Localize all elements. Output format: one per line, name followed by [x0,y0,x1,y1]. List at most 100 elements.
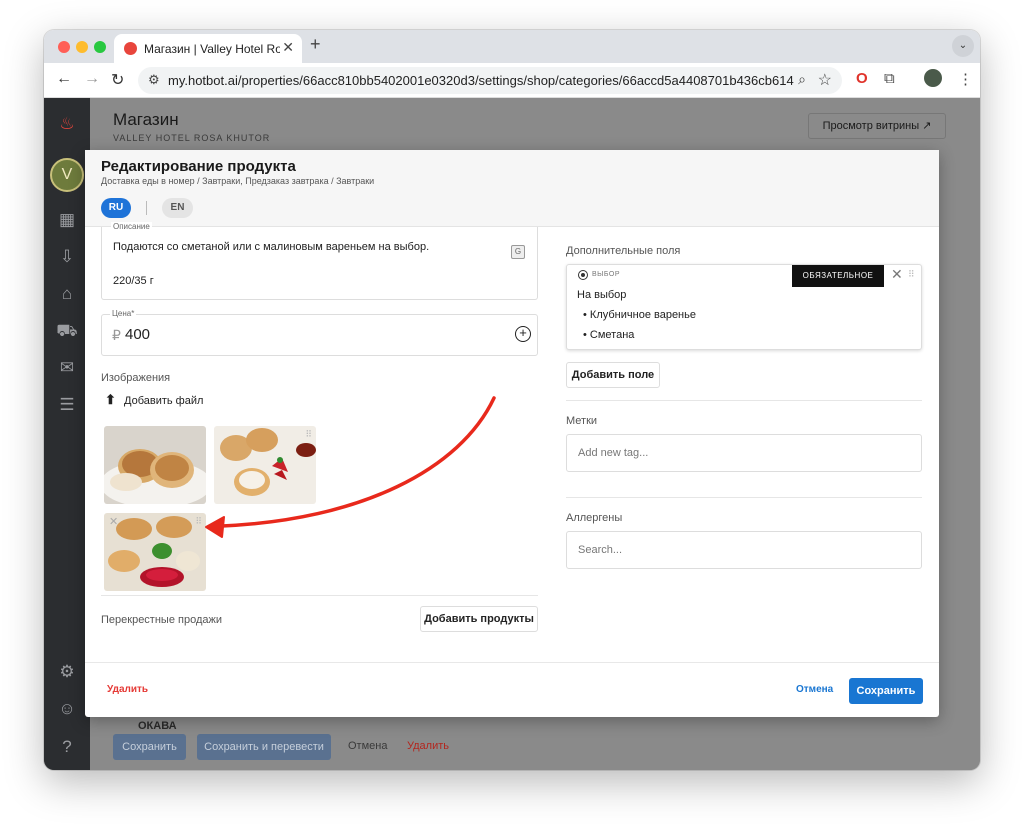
page-delete-link[interactable]: Удалить [407,740,449,752]
dialog-title: Редактирование продукта [101,158,296,175]
url-text[interactable]: my.hotbot.ai/properties/66acc810bb540200… [168,73,794,88]
help-question-icon[interactable]: ? [55,735,79,759]
add-products-button[interactable]: Добавить продукты [420,606,538,632]
page-cancel-link[interactable]: Отмена [348,740,387,752]
inbox-download-icon[interactable]: ⇩ [55,245,79,269]
partial-item-name: ОКАВА [138,720,177,732]
drag-handle-icon[interactable]: ⠿ [908,269,915,280]
app-area: ♨ V ▦ ⇩ ⌂ ⛟ ✉ ☰ ⚙ ☺ ? Магазин VALLEY HOT… [44,98,980,770]
zoom-icon[interactable]: ⌕ [798,71,806,88]
browser-toolbar: ← → ↻ ⚙ my.hotbot.ai/properties/66acc810… [44,63,980,98]
description-field[interactable] [101,227,538,300]
radio-choice-icon [578,270,588,280]
drag-handle-icon[interactable]: ⠿ [195,516,202,527]
remove-image-icon[interactable]: ✕ [109,515,118,528]
upload-arrow-icon[interactable]: ⬆ [105,392,116,408]
price-field[interactable] [101,314,538,356]
page-subtitle: VALLEY HOTEL ROSA KHUTOR [113,133,271,143]
profile-avatar[interactable] [924,69,942,87]
choice-title: На выбор [577,289,627,301]
required-field-badge: ОБЯЗАТЕЛЬНОЕ ПОЛЕ [792,265,884,302]
page-save-button[interactable]: Сохранить [113,734,186,760]
new-tab-button[interactable]: + [310,34,321,55]
cross-sales-label: Перекрестные продажи [101,614,222,626]
flame-favicon-icon [124,42,137,55]
allergens-label: Аллергены [566,512,623,524]
product-image-3[interactable]: ✕ ⠿ [104,513,206,591]
price-label: Цена* [110,309,137,318]
option-label: Клубничное варенье [589,309,696,321]
syrniki-photo-3 [104,513,206,591]
option-label: Сметана [589,329,635,341]
concierge-bell-icon[interactable]: ⌂ [55,282,79,306]
analytics-chart-icon[interactable]: ▦ [55,208,79,232]
syrniki-photo-2 [214,426,316,504]
back-arrow-icon[interactable]: ← [56,70,72,88]
images-section-label: Изображения [101,372,171,384]
forward-arrow-icon[interactable]: → [84,70,100,88]
shopping-cart-icon[interactable]: ⛟ [55,319,79,343]
site-settings-icon[interactable]: ⚙ [148,72,160,88]
bookmark-star-icon[interactable]: ☆ [818,70,832,90]
hotel-logo-avatar[interactable]: V [50,158,84,192]
storefront-preview-button[interactable]: Просмотр витрины ↗ [808,113,946,139]
add-field-button[interactable]: Добавить поле [566,362,660,388]
tab-title: Магазин | Valley Hotel Rosa Khutor [144,42,280,56]
lang-divider [146,201,147,215]
choice-type-label: ВЫБОР [592,271,620,278]
opera-extension-icon[interactable]: O [856,70,868,87]
allergens-placeholder: Search... [578,544,623,556]
tags-label: Метки [566,415,598,427]
section-divider [566,400,922,401]
option-item: • Сметана [583,329,635,341]
add-price-circle-icon[interactable]: + [515,326,531,342]
delete-product-button[interactable]: Удалить [107,684,148,695]
product-image-2[interactable]: ⠿ [214,426,316,504]
page-footer-actions: ОКАВА Сохранить Сохранить и перевести От… [90,720,980,770]
description-text-line2[interactable]: 220/35 г [113,275,154,287]
add-file-button[interactable]: Добавить файл [124,395,203,407]
tab-bar: Магазин | Valley Hotel Rosa Khutor ✕ + ⌄ [44,30,980,63]
extra-fields-label: Дополнительные поля [566,245,681,257]
chat-bubble-icon[interactable]: ☰ [55,393,79,417]
browser-tab[interactable]: Магазин | Valley Hotel Rosa Khutor ✕ [114,34,302,63]
maximize-window-button[interactable] [94,41,106,53]
extensions-puzzle-icon[interactable]: ⧉ [884,70,895,87]
close-window-button[interactable] [58,41,70,53]
mail-upload-icon[interactable]: ✉ [55,356,79,380]
edit-product-dialog: Редактирование продукта Доставка еды в н… [85,150,939,717]
settings-gear-icon[interactable]: ⚙ [55,660,79,684]
sidebar: ♨ V ▦ ⇩ ⌂ ⛟ ✉ ☰ ⚙ ☺ ? [44,98,90,770]
description-text-line1[interactable]: Подаются со сметаной или с малиновым вар… [113,241,429,253]
drag-handle-icon[interactable]: ⠿ [305,429,312,440]
minimize-window-button[interactable] [76,41,88,53]
lang-tab-ru[interactable]: RU [101,198,131,218]
user-account-icon[interactable]: ☺ [55,697,79,721]
tab-search-button[interactable]: ⌄ [952,35,974,57]
page-save-translate-button[interactable]: Сохранить и перевести [197,734,331,760]
category-breadcrumb: Доставка еды в номер / Завтраки, Предзак… [101,176,375,186]
address-bar[interactable]: ⚙ my.hotbot.ai/properties/66acc810bb5402… [138,67,842,94]
currency-symbol: ₽ [112,327,121,343]
product-image-1[interactable] [104,426,206,504]
save-button[interactable]: Сохранить [849,678,923,704]
description-label: Описание [111,222,152,231]
dialog-footer-divider [85,662,939,663]
page-header: Магазин VALLEY HOTEL ROSA KHUTOR Просмот… [90,98,980,158]
tags-placeholder: Add new tag... [578,447,649,459]
option-item: • Клубничное варенье [583,309,696,321]
section-divider [101,595,538,596]
cancel-button[interactable]: Отмена [796,684,833,695]
translate-icon[interactable]: G [511,245,525,259]
syrniki-photo-1 [104,426,206,504]
page-title: Магазин [113,110,179,129]
browser-window: Магазин | Valley Hotel Rosa Khutor ✕ + ⌄… [44,30,980,770]
kebab-menu-icon[interactable]: ⋮ [958,70,973,88]
close-tab-icon[interactable]: ✕ [282,39,294,56]
remove-field-icon[interactable]: ✕ [891,266,903,283]
dialog-header: Редактирование продукта Доставка еды в н… [85,150,939,227]
reload-icon[interactable]: ↻ [111,70,124,90]
lang-tab-en[interactable]: EN [162,198,193,218]
flame-logo-icon[interactable]: ♨ [55,112,79,136]
price-value[interactable]: 400 [125,326,150,343]
